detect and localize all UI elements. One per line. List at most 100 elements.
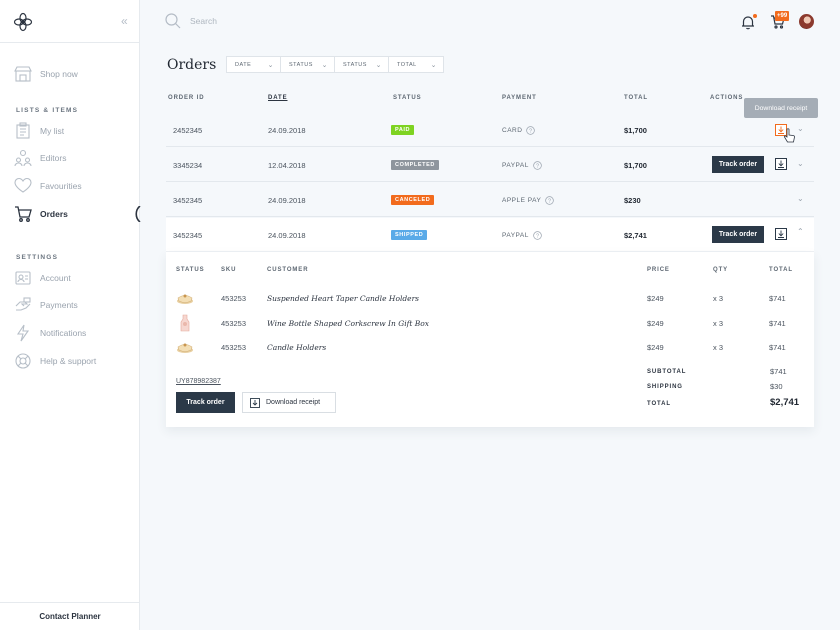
users-icon bbox=[14, 149, 32, 167]
chevron-up-icon[interactable]: ⌃ bbox=[797, 227, 804, 236]
help-icon[interactable]: ? bbox=[533, 230, 542, 240]
details-header-customer: CUSTOMER bbox=[267, 267, 309, 273]
download-icon bbox=[250, 397, 260, 408]
shipping-label: SHIPPING bbox=[647, 384, 683, 390]
chevron-down-icon: ⌄ bbox=[375, 61, 382, 69]
help-icon[interactable]: ? bbox=[526, 125, 536, 135]
collapse-sidebar-icon[interactable]: « bbox=[121, 14, 128, 28]
sidebar-item-help[interactable]: Help & support bbox=[14, 351, 96, 371]
order-total: $1,700 bbox=[624, 125, 647, 135]
chevron-down-icon[interactable]: ⌄ bbox=[797, 159, 804, 168]
item-name[interactable]: Candle Holders bbox=[267, 335, 326, 359]
sidebar-item-my-list[interactable]: My list bbox=[14, 121, 64, 141]
column-header-order-id[interactable]: ORDER ID bbox=[168, 95, 205, 101]
help-icon[interactable]: ? bbox=[533, 160, 542, 170]
order-total: $1,700 bbox=[624, 160, 647, 170]
status-cell: COMPLETED bbox=[391, 148, 439, 182]
svg-text:?: ? bbox=[529, 128, 532, 134]
download-receipt-button[interactable] bbox=[775, 158, 787, 170]
logo-icon bbox=[13, 12, 33, 32]
item-name[interactable]: Suspended Heart Taper Candle Holders bbox=[267, 286, 419, 310]
order-date: 12.04.2018 bbox=[268, 160, 306, 170]
order-total: $2,741 bbox=[624, 230, 647, 240]
download-receipt-button[interactable] bbox=[775, 228, 787, 240]
search-icon[interactable] bbox=[165, 13, 181, 29]
column-header-actions: ACTIONS bbox=[710, 95, 744, 101]
sidebar-item-favourities[interactable]: Favourities bbox=[14, 176, 82, 196]
product-thumbnail bbox=[177, 294, 193, 304]
item-sku: 453253 bbox=[221, 293, 247, 303]
column-header-payment[interactable]: PAYMENT bbox=[502, 95, 537, 101]
track-order-button[interactable]: Track order bbox=[712, 156, 764, 173]
download-receipt-button[interactable]: Download receipt bbox=[242, 392, 336, 413]
chevron-down-icon[interactable]: ⌄ bbox=[797, 194, 804, 203]
details-header-total: TOTAL bbox=[769, 267, 793, 273]
status-cell: SHIPPED bbox=[391, 218, 428, 252]
filter-status[interactable]: STATUS ⌄ bbox=[281, 57, 335, 72]
table-row[interactable]: 3345234 12.04.2018 COMPLETED PAYPAL? $1,… bbox=[166, 148, 814, 182]
total-label: TOTAL bbox=[647, 401, 671, 407]
search-input[interactable] bbox=[190, 13, 390, 29]
store-icon bbox=[14, 66, 32, 82]
order-total: $230 bbox=[624, 195, 641, 205]
item-total: $741 bbox=[769, 342, 786, 352]
payment-method: PAYPAL bbox=[502, 231, 529, 239]
payment-cell: PAYPAL? bbox=[502, 148, 542, 182]
item-sku: 453253 bbox=[221, 318, 247, 328]
item-qty: x 3 bbox=[713, 318, 724, 328]
sidebar-section-lists: LISTS & ITEMS bbox=[16, 107, 79, 114]
sidebar-item-editors[interactable]: Editors bbox=[14, 148, 66, 168]
order-date: 24.09.2018 bbox=[268, 125, 306, 135]
sidebar-item-label: Orders bbox=[40, 209, 68, 219]
table-row[interactable]: 3452345 24.09.2018 CANCELED APPLE PAY? $… bbox=[166, 183, 814, 217]
column-header-date[interactable]: DATE bbox=[268, 95, 288, 101]
sidebar-item-shop-now[interactable]: Shop now bbox=[14, 64, 78, 84]
filter-label: STATUS bbox=[343, 61, 367, 68]
column-header-status[interactable]: STATUS bbox=[393, 95, 422, 101]
pointer-cursor-icon bbox=[783, 128, 795, 143]
item-price: $249 bbox=[647, 342, 664, 352]
cart-count-badge: +99 bbox=[775, 11, 790, 21]
download-receipt-label: Download receipt bbox=[266, 399, 321, 406]
tracking-number-link[interactable]: UY878982387 bbox=[176, 378, 221, 385]
column-header-total[interactable]: TOTAL bbox=[624, 95, 648, 101]
heart-icon bbox=[14, 177, 32, 193]
filter-date[interactable]: DATE ⌄ bbox=[227, 57, 281, 72]
track-order-button[interactable]: Track order bbox=[712, 226, 764, 243]
sidebar-item-notifications[interactable]: Notifications bbox=[14, 323, 86, 343]
order-details-panel: STATUS SKU CUSTOMER PRICE QTY TOTAL 4532… bbox=[166, 252, 814, 427]
table-row[interactable]: 2452345 24.09.2018 PAID CARD? $1,700 ⌄ bbox=[166, 113, 814, 147]
sidebar-item-label: Account bbox=[40, 273, 71, 283]
filter-label: DATE bbox=[235, 61, 252, 68]
chevron-down-icon[interactable]: ⌄ bbox=[797, 124, 804, 133]
page-title: Orders bbox=[167, 57, 217, 73]
help-icon[interactable]: ? bbox=[545, 195, 555, 205]
track-order-button[interactable]: Track order bbox=[176, 392, 235, 413]
status-badge: CANCELED bbox=[391, 195, 435, 205]
sidebar-item-label: Shop now bbox=[40, 69, 78, 79]
sidebar-item-payments[interactable]: Payments bbox=[14, 295, 78, 315]
item-price: $249 bbox=[647, 318, 664, 328]
cart-icon bbox=[15, 206, 32, 222]
account-icon bbox=[15, 271, 31, 285]
filter-bar: DATE ⌄ STATUS ⌄ STATUS ⌄ TOTAL ⌄ bbox=[226, 56, 444, 73]
chevron-down-icon: ⌄ bbox=[321, 61, 328, 69]
item-name[interactable]: Wine Bottle Shaped Corkscrew In Gift Box bbox=[267, 311, 429, 335]
shipping-value: $30 bbox=[770, 382, 783, 391]
chevron-down-icon: ⌄ bbox=[430, 61, 437, 69]
sidebar-item-account[interactable]: Account bbox=[14, 268, 71, 288]
order-id: 3452345 bbox=[173, 230, 203, 240]
contact-planner-button[interactable]: Contact Planner bbox=[0, 602, 140, 630]
payment-cell: PAYPAL? bbox=[502, 218, 542, 252]
table-row-expanded[interactable]: 3452345 24.09.2018 SHIPPED PAYPAL? $2,74… bbox=[166, 218, 814, 252]
payment-cell: CARD? bbox=[502, 113, 536, 147]
sidebar-item-orders[interactable]: Orders bbox=[14, 204, 68, 224]
svg-text:?: ? bbox=[536, 163, 539, 169]
filter-status-2[interactable]: STATUS ⌄ bbox=[335, 57, 389, 72]
list-item: 453253 Wine Bottle Shaped Corkscrew In G… bbox=[166, 311, 814, 335]
avatar[interactable] bbox=[799, 14, 814, 29]
sidebar-item-label: Help & support bbox=[40, 356, 97, 366]
item-total: $741 bbox=[769, 293, 786, 303]
svg-text:?: ? bbox=[536, 233, 539, 239]
filter-total[interactable]: TOTAL ⌄ bbox=[389, 57, 443, 72]
